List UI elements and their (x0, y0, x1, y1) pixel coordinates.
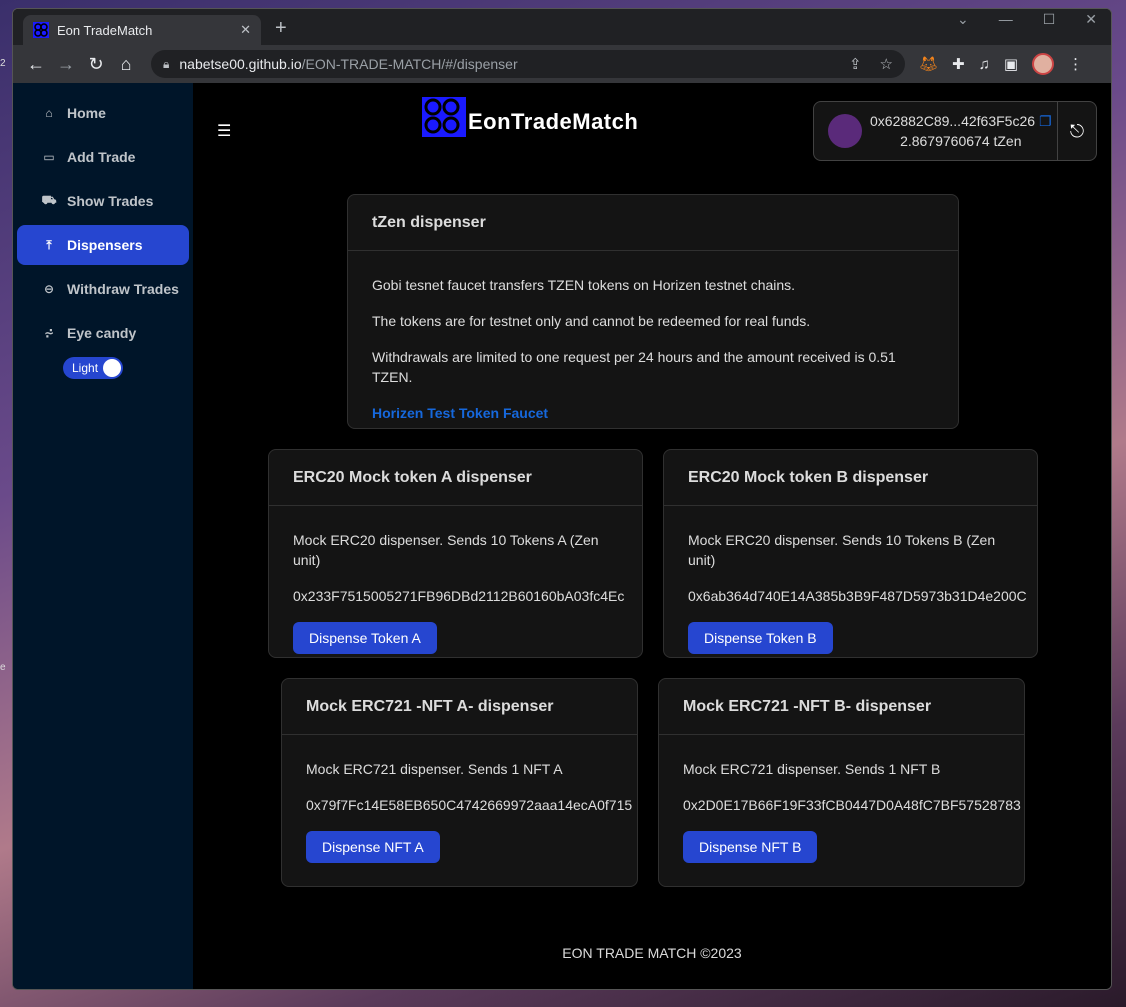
contract-address: 0x233F7515005271FB96DBd2112B60160bA03fc4… (293, 588, 625, 604)
sidebar-item-label: Add Trade (67, 149, 136, 165)
chart-icon: ⩫ (43, 326, 55, 340)
logo-text: EonTradeMatch (468, 109, 639, 134)
dispense-nft-a-button[interactable]: Dispense NFT A (306, 831, 440, 863)
tab-strip: Eon TradeMatch ✕ + ⌄ — ☐ ✕ (13, 9, 1111, 45)
sidebar-item-label: Show Trades (67, 193, 154, 209)
copy-icon[interactable]: ❐ (1039, 113, 1052, 129)
new-tab-icon[interactable]: + (275, 18, 287, 38)
card-text: Mock ERC721 dispenser. Sends 1 NFT A (306, 761, 563, 777)
home-browser-icon[interactable]: ⌂ (111, 54, 141, 75)
desktop-edge-text: 2 (0, 58, 6, 69)
close-window-icon[interactable]: ✕ (1085, 11, 1097, 28)
puzzle-icon[interactable]: ✚ (952, 55, 965, 73)
logout-icon: ⊖ (43, 282, 55, 296)
faucet-link[interactable]: Horizen Test Token Faucet (372, 405, 548, 421)
wallet-avatar (828, 114, 862, 148)
cart-icon: ⛟ (41, 193, 57, 207)
card-text: Mock ERC20 dispenser. Sends 10 Tokens A … (293, 532, 599, 568)
wallet-balance: 2.8679760674 tZen (900, 133, 1022, 149)
erc721-a-dispenser-card: Mock ERC721 -NFT A- dispenser Mock ERC72… (281, 678, 638, 887)
logo: EonTradeMatch (422, 97, 638, 137)
favicon-icon (33, 22, 49, 38)
sidebar-item-label: Home (67, 105, 106, 121)
home-icon: ⌂ (45, 106, 53, 120)
tzen-dispenser-card: tZen dispenser Gobi tesnet faucet transf… (347, 194, 959, 429)
close-tab-icon[interactable]: ✕ (240, 22, 251, 38)
share-icon[interactable]: ⇪ (849, 55, 862, 73)
wallet-info[interactable]: 0x62882C89...42f63F5c26 ❐ 2.8679760674 tZ… (814, 102, 1058, 160)
browser-window: Eon TradeMatch ✕ + ⌄ — ☐ ✕ ← → ↻ ⌂ 🔒︎ na… (12, 8, 1112, 990)
profile-avatar[interactable] (1032, 53, 1055, 75)
sidebar-item-home[interactable]: ⌂ Home (17, 93, 189, 133)
browser-toolbar: ← → ↻ ⌂ 🔒︎ nabetse00.github.io/EON-TRADE… (13, 45, 1111, 83)
url-host: nabetse00.github.io (179, 56, 302, 72)
tab-title: Eon TradeMatch (57, 22, 153, 38)
forward-icon[interactable]: → (51, 54, 81, 75)
card-title: Mock ERC721 -NFT B- dispenser (659, 679, 1024, 735)
address-bar[interactable]: 🔒︎ nabetse00.github.io/EON-TRADE-MATCH/#… (151, 50, 905, 78)
sidebar-item-add-trade[interactable]: ▭ Add Trade (17, 137, 189, 177)
contract-address: 0x2D0E17B66F19F33fCB0447D0A48fC7BF575287… (683, 797, 1021, 813)
lock-icon: 🔒︎ (163, 56, 170, 71)
app: ⌂ Home ▭ Add Trade ⛟ Show Trades ⤒ Dispe… (13, 83, 1111, 989)
dispense-token-b-button[interactable]: Dispense Token B (688, 622, 833, 654)
extensions-area: 🦊︎ ✚ ♫ ▣ ⋮ (919, 53, 1083, 75)
disconnect-button[interactable]: ⎋ (1058, 102, 1096, 160)
star-icon[interactable]: ☆ (880, 55, 893, 73)
card-title: tZen dispenser (348, 195, 958, 251)
erc721-b-dispenser-card: Mock ERC721 -NFT B- dispenser Mock ERC72… (658, 678, 1025, 887)
sidepanel-icon[interactable]: ▣ (1004, 55, 1018, 73)
more-menu-icon[interactable]: ⋮ (1068, 55, 1083, 73)
reload-icon[interactable]: ↻ (81, 54, 111, 75)
minimize-icon[interactable]: — (999, 11, 1013, 28)
sidebar-item-label: Eye candy (67, 325, 137, 341)
erc20-b-dispenser-card: ERC20 Mock token B dispenser Mock ERC20 … (663, 449, 1038, 658)
erc20-a-dispenser-card: ERC20 Mock token A dispenser Mock ERC20 … (268, 449, 643, 658)
card-title: Mock ERC721 -NFT A- dispenser (282, 679, 637, 735)
contract-address: 0x6ab364d740E14A385b3B9F487D5973b31D4e20… (688, 588, 1027, 604)
card-text: Mock ERC20 dispenser. Sends 10 Tokens B … (688, 532, 996, 568)
footer: EON TRADE MATCH ©2023 (562, 945, 742, 961)
sidebar-item-show-trades[interactable]: ⛟ Show Trades (17, 181, 189, 221)
menu-fold-icon[interactable]: ☰ (217, 121, 231, 141)
sidebar-item-eye-candy[interactable]: ⩫ Eye candy (17, 313, 189, 353)
card-text: The tokens are for testnet only and cann… (372, 313, 811, 329)
chevron-down-icon[interactable]: ⌄ (957, 11, 969, 28)
card-text: Withdrawals are limited to one request p… (372, 349, 896, 385)
url-path: /EON-TRADE-MATCH/#/dispenser (301, 56, 518, 72)
sidebar-item-dispensers[interactable]: ⤒ Dispensers (17, 225, 189, 265)
card-title: ERC20 Mock token B dispenser (664, 450, 1037, 506)
back-icon[interactable]: ← (21, 54, 51, 75)
sidebar-item-label: Withdraw Trades (67, 281, 179, 297)
theme-toggle[interactable]: Light (63, 357, 123, 379)
browser-tab[interactable]: Eon TradeMatch ✕ (23, 15, 261, 45)
metamask-icon[interactable]: 🦊︎ (919, 55, 938, 73)
wallet-address: 0x62882C89...42f63F5c26 (870, 113, 1036, 129)
dispense-nft-b-button[interactable]: Dispense NFT B (683, 831, 818, 863)
card-text: Gobi tesnet faucet transfers TZEN tokens… (372, 277, 796, 293)
media-icon[interactable]: ♫ (979, 56, 990, 73)
card-title: ERC20 Mock token A dispenser (269, 450, 642, 506)
toggle-knob (103, 359, 121, 377)
theme-toggle-label: Light (72, 361, 99, 375)
sidebar-item-withdraw-trades[interactable]: ⊖ Withdraw Trades (17, 269, 189, 309)
dispense-token-a-button[interactable]: Dispense Token A (293, 622, 437, 654)
logout-icon: ⎋ (1069, 120, 1085, 141)
card-text: Mock ERC721 dispenser. Sends 1 NFT B (683, 761, 941, 777)
contract-address: 0x79f7Fc14E58EB650C4742669972aaa14ecA0f7… (306, 797, 633, 813)
card-icon: ▭ (43, 150, 55, 164)
maximize-icon[interactable]: ☐ (1043, 11, 1056, 28)
desktop-edge-text: e (0, 662, 6, 673)
main-content: ☰ EonTradeMatch 0x62882C89...42f63F5c26 ❐… (193, 83, 1111, 989)
sidebar-item-label: Dispensers (67, 237, 143, 253)
logo-mark-icon (422, 97, 466, 137)
window-controls: ⌄ — ☐ ✕ (957, 11, 1097, 28)
upload-icon: ⤒ (46, 237, 52, 252)
sidebar: ⌂ Home ▭ Add Trade ⛟ Show Trades ⤒ Dispe… (13, 83, 193, 989)
wallet-widget: 0x62882C89...42f63F5c26 ❐ 2.8679760674 tZ… (813, 101, 1097, 161)
